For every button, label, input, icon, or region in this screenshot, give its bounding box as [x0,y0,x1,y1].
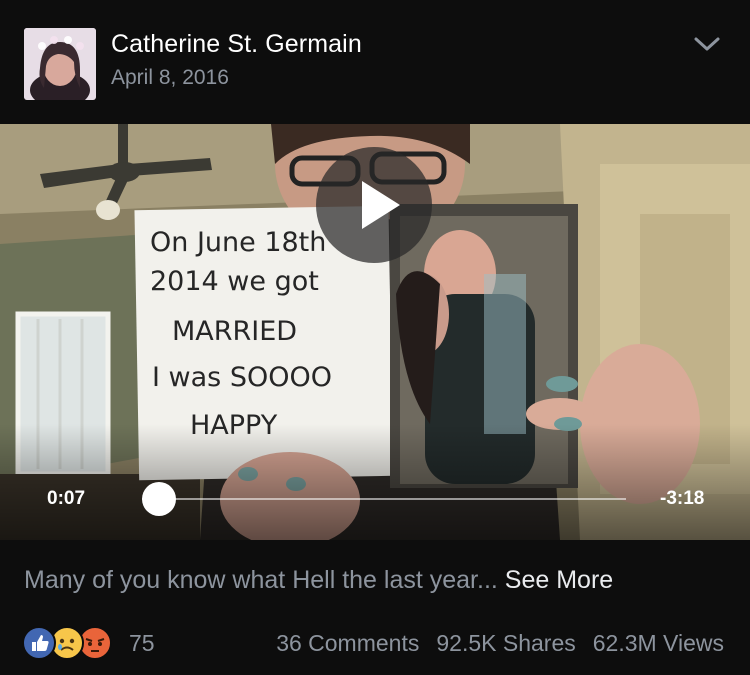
card-line-1: On June 18th [150,227,326,258]
caption-text: Many of you know what Hell the last year… [24,566,505,594]
comments-count[interactable]: 36 Comments [276,630,419,656]
avatar[interactable] [24,28,96,100]
shares-count[interactable]: 92.5K Shares [436,630,575,656]
views-count[interactable]: 62.3M Views [593,630,724,656]
progress-track[interactable] [142,498,626,500]
chevron-down-icon[interactable] [692,33,722,55]
like-icon [22,626,56,660]
post-caption: Many of you know what Hell the last year… [24,566,613,595]
card-line-4: I was SOOOO [152,362,332,393]
progress-knob[interactable] [141,482,176,516]
elapsed-time: 0:07 [47,488,86,509]
reaction-count[interactable]: 75 [129,630,155,657]
see-more-link[interactable]: See More [505,566,613,594]
post-header: Catherine St. Germain April 8, 2016 [0,0,750,124]
remaining-time: -3:18 [660,488,705,509]
card-line-3: MARRIED [172,316,297,347]
post-stats: 36 Comments 92.5K Shares 62.3M Views [276,630,724,657]
play-button[interactable] [316,147,432,263]
card-line-2: 2014 we got [150,266,319,297]
author-name[interactable]: Catherine St. Germain [111,30,362,59]
play-icon [362,181,400,229]
reaction-icons[interactable] [22,626,132,660]
post-date[interactable]: April 8, 2016 [111,66,229,90]
